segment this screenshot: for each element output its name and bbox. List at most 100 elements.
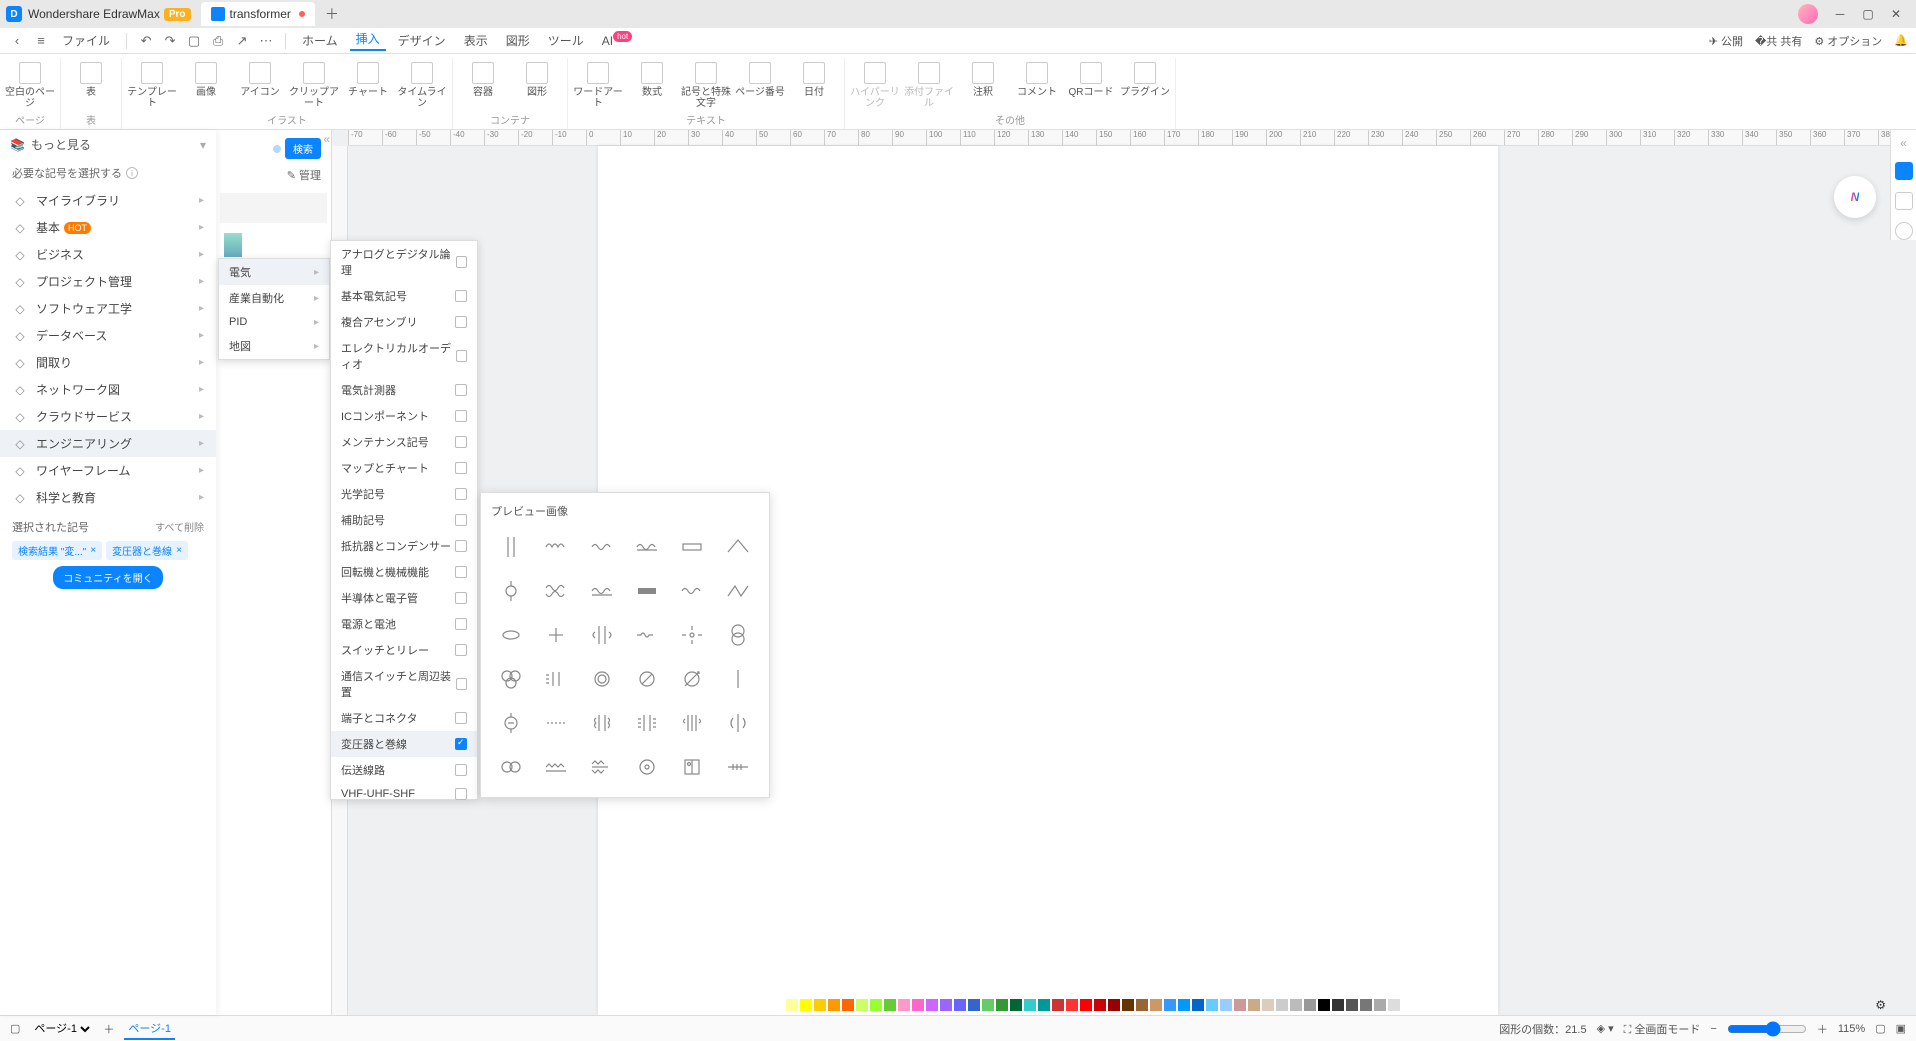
- more-button[interactable]: ⋯: [257, 32, 275, 50]
- submenu-電気[interactable]: 電気▸: [219, 259, 329, 285]
- ribbon-図形[interactable]: 図形: [511, 58, 563, 98]
- submenu-産業自動化[interactable]: 産業自動化▸: [219, 285, 329, 311]
- color-swatch[interactable]: [1178, 999, 1190, 1011]
- ribbon-数式[interactable]: 数式: [626, 58, 678, 109]
- category-ソフトウェア工学[interactable]: ◇ソフトウェア工学▸: [0, 295, 216, 322]
- minimize-button[interactable]: ─: [1826, 7, 1854, 21]
- theme-button[interactable]: [1895, 162, 1913, 180]
- share-button[interactable]: �共 共有: [1755, 33, 1802, 49]
- color-swatch[interactable]: [898, 999, 910, 1011]
- fit-width-button[interactable]: ▣: [1896, 1022, 1906, 1035]
- zoom-in-button[interactable]: ＋: [1817, 1021, 1828, 1037]
- preview-symbol[interactable]: [627, 747, 667, 787]
- undo-button[interactable]: ↶: [137, 32, 155, 50]
- submenu-補助記号[interactable]: 補助記号: [331, 507, 477, 533]
- preview-symbol[interactable]: [582, 527, 622, 567]
- submenu-基本電気記号[interactable]: 基本電気記号: [331, 283, 477, 309]
- color-swatch[interactable]: [1276, 999, 1288, 1011]
- preview-symbol[interactable]: [536, 659, 576, 699]
- submenu-スイッチとリレー[interactable]: スイッチとリレー: [331, 637, 477, 663]
- color-swatch[interactable]: [1360, 999, 1372, 1011]
- preview-symbol[interactable]: [627, 703, 667, 743]
- category-プロジェクト管理[interactable]: ◇プロジェクト管理▸: [0, 268, 216, 295]
- page-settings-button[interactable]: [1895, 192, 1913, 210]
- ribbon-コメント[interactable]: コメント: [1011, 58, 1063, 109]
- color-swatch[interactable]: [1374, 999, 1386, 1011]
- ribbon-注釈[interactable]: 注釈: [957, 58, 1009, 109]
- clear-all-button[interactable]: すべて削除: [155, 519, 204, 535]
- menu-view[interactable]: 表示: [458, 32, 494, 49]
- color-swatch[interactable]: [1346, 999, 1358, 1011]
- color-swatch[interactable]: [1108, 999, 1120, 1011]
- zoom-slider[interactable]: [1727, 1021, 1807, 1037]
- preview-symbol[interactable]: [582, 615, 622, 655]
- category-ビジネス[interactable]: ◇ビジネス▸: [0, 241, 216, 268]
- ribbon-チャート[interactable]: チャート: [342, 58, 394, 109]
- color-swatch[interactable]: [828, 999, 840, 1011]
- color-swatch[interactable]: [1024, 999, 1036, 1011]
- print-button[interactable]: ⎙: [209, 32, 227, 50]
- color-swatch[interactable]: [968, 999, 980, 1011]
- preview-symbol[interactable]: [627, 615, 667, 655]
- menu-insert[interactable]: 挿入: [350, 30, 386, 51]
- color-swatch[interactable]: [1304, 999, 1316, 1011]
- submenu-VHF-UHF-SHF[interactable]: VHF-UHF-SHF: [331, 783, 477, 805]
- category-科学と教育[interactable]: ◇科学と教育▸: [0, 484, 216, 511]
- submenu-アナログとデジタル論理[interactable]: アナログとデジタル論理: [331, 241, 477, 283]
- color-swatch[interactable]: [1136, 999, 1148, 1011]
- ribbon-表[interactable]: 表: [65, 58, 117, 98]
- menu-home[interactable]: ホーム: [296, 32, 344, 49]
- preview-symbol[interactable]: [491, 571, 531, 611]
- color-swatch[interactable]: [1038, 999, 1050, 1011]
- category-クラウドサービス[interactable]: ◇クラウドサービス▸: [0, 403, 216, 430]
- submenu-メンテナンス記号[interactable]: メンテナンス記号: [331, 429, 477, 455]
- color-swatch[interactable]: [996, 999, 1008, 1011]
- user-avatar[interactable]: [1798, 4, 1818, 24]
- maximize-button[interactable]: ▢: [1854, 7, 1882, 21]
- category-データベース[interactable]: ◇データベース▸: [0, 322, 216, 349]
- preview-symbol[interactable]: [672, 527, 712, 567]
- preview-symbol[interactable]: [718, 527, 758, 567]
- preview-symbol[interactable]: [582, 659, 622, 699]
- color-swatch[interactable]: [1234, 999, 1246, 1011]
- export-button[interactable]: ↗: [233, 32, 251, 50]
- submenu-端子とコネクタ[interactable]: 端子とコネクタ: [331, 705, 477, 731]
- ai-assistant-button[interactable]: N: [1834, 176, 1876, 218]
- preview-symbol[interactable]: [536, 747, 576, 787]
- color-swatch[interactable]: [1248, 999, 1260, 1011]
- preview-symbol[interactable]: [718, 747, 758, 787]
- submenu-光学記号[interactable]: 光学記号: [331, 481, 477, 507]
- selected-tag[interactable]: 変圧器と巻線×: [106, 541, 188, 560]
- color-swatch[interactable]: [1206, 999, 1218, 1011]
- color-swatch[interactable]: [940, 999, 952, 1011]
- preview-symbol[interactable]: [582, 747, 622, 787]
- preview-symbol[interactable]: [718, 571, 758, 611]
- ribbon-ワードアート[interactable]: ワードアート: [572, 58, 624, 109]
- menu-ai[interactable]: AIhot: [596, 34, 638, 48]
- ribbon-記号と特殊文字[interactable]: 記号と特殊文字: [680, 58, 732, 109]
- fullscreen-button[interactable]: ⛶ 全画面モード: [1624, 1021, 1701, 1037]
- fit-page-button[interactable]: ▢: [1875, 1022, 1885, 1035]
- preview-symbol[interactable]: [627, 527, 667, 567]
- selected-tag[interactable]: 検索結果 "変..."×: [12, 541, 102, 560]
- color-swatch[interactable]: [1094, 999, 1106, 1011]
- color-swatch[interactable]: [1010, 999, 1022, 1011]
- ribbon-空白のページ[interactable]: 空白のページ: [4, 58, 56, 109]
- color-swatch[interactable]: [856, 999, 868, 1011]
- ribbon-アイコン[interactable]: アイコン: [234, 58, 286, 109]
- submenu-複合アセンブリ[interactable]: 複合アセンブリ: [331, 309, 477, 335]
- layers-button[interactable]: ◈ ▾: [1597, 1022, 1614, 1035]
- notification-button[interactable]: 🔔: [1894, 34, 1908, 47]
- collapse-right-button[interactable]: «: [1900, 136, 1907, 150]
- submenu-ICコンポーネント[interactable]: ICコンポーネント: [331, 403, 477, 429]
- search-button[interactable]: 検索: [285, 138, 321, 159]
- preview-symbol[interactable]: [582, 571, 622, 611]
- preview-symbol[interactable]: [627, 571, 667, 611]
- preview-symbol[interactable]: [718, 615, 758, 655]
- color-swatch[interactable]: [1388, 999, 1400, 1011]
- preview-symbol[interactable]: [491, 527, 531, 567]
- ribbon-QRコード[interactable]: QRコード: [1065, 58, 1117, 109]
- page-selector[interactable]: ページ-1: [30, 1022, 93, 1036]
- open-community-button[interactable]: コミュニティを開く: [53, 566, 162, 589]
- save-button[interactable]: ▢: [185, 32, 203, 50]
